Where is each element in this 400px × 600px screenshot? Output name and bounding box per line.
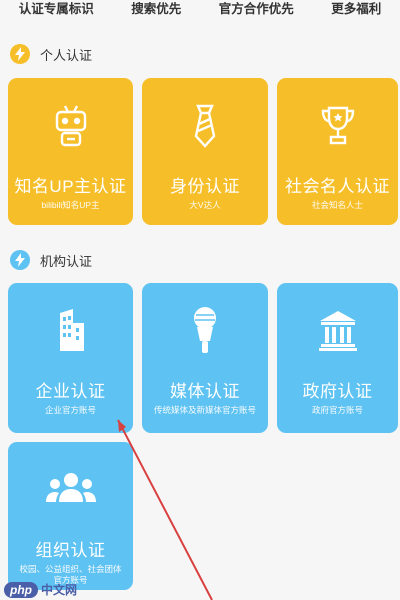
card-subtitle: 企业官方账号 xyxy=(44,405,96,415)
card-title: 知名UP主认证 xyxy=(14,177,127,196)
watermark-text: 中文网 xyxy=(41,583,78,597)
personal-section-header: 个人认证 xyxy=(10,42,92,66)
card-subtitle: 传统媒体及新媒体官方账号 xyxy=(153,405,256,415)
card-government[interactable]: 政府认证 政府官方账号 xyxy=(277,283,398,433)
card-title: 政府认证 xyxy=(302,382,373,401)
benefit-item: 更多福利 xyxy=(331,2,382,16)
benefit-item: 认证专属标识 xyxy=(18,2,94,16)
card-title: 身份认证 xyxy=(170,177,240,196)
card-title: 社会名人认证 xyxy=(285,177,390,196)
organization-section-header: 机构认证 xyxy=(10,248,92,272)
tv-robot-icon xyxy=(51,102,91,150)
card-title: 媒体认证 xyxy=(170,382,240,401)
card-organization[interactable]: 组织认证 校园、公益组织、社会团体官方账号 xyxy=(8,442,133,590)
watermark: php 中文网 xyxy=(4,581,77,598)
watermark-logo: php xyxy=(4,581,38,598)
card-title: 组织认证 xyxy=(35,541,106,560)
section-title: 机构认证 xyxy=(40,253,93,269)
benefit-item: 官方合作优先 xyxy=(218,2,294,16)
card-celebrity[interactable]: 社会名人认证 社会知名人士 xyxy=(277,78,398,225)
benefits-bar: 认证专属标识 搜索优先 官方合作优先 更多福利 xyxy=(0,0,400,22)
card-up-master[interactable]: 知名UP主认证 bilibili知名UP主 xyxy=(8,78,133,225)
lightning-icon xyxy=(10,44,30,64)
card-media[interactable]: 媒体认证 传统媒体及新媒体官方账号 xyxy=(142,283,268,433)
necktie-icon xyxy=(185,102,225,150)
benefit-item: 搜索优先 xyxy=(131,2,182,16)
people-group-icon xyxy=(45,466,97,514)
card-title: 企业认证 xyxy=(35,382,106,401)
card-subtitle: 大V达人 xyxy=(189,200,221,210)
lightning-icon xyxy=(10,250,30,270)
building-icon xyxy=(51,307,91,355)
microphone-icon xyxy=(185,307,225,355)
section-title: 个人认证 xyxy=(40,47,93,63)
card-subtitle: 社会知名人士 xyxy=(311,200,363,210)
card-subtitle: 政府官方账号 xyxy=(311,405,363,415)
card-subtitle: bilibili知名UP主 xyxy=(41,200,100,210)
card-enterprise[interactable]: 企业认证 企业官方账号 xyxy=(8,283,133,433)
trophy-icon xyxy=(318,102,358,150)
government-icon xyxy=(317,307,359,355)
card-identity[interactable]: 身份认证 大V达人 xyxy=(142,78,268,225)
